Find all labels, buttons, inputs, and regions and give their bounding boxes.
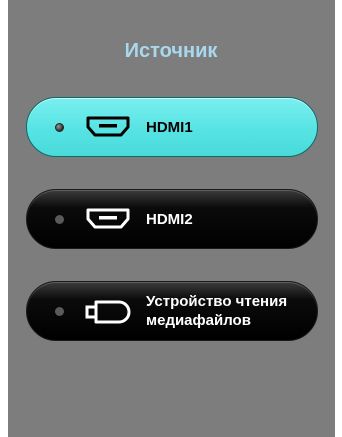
hdmi-port-icon <box>85 116 131 143</box>
source-item-hdmi2[interactable]: HDMI2 <box>26 189 318 249</box>
selection-indicator-icon <box>55 307 64 316</box>
menu-title: Источник <box>124 40 218 62</box>
usb-port-icon <box>85 299 133 330</box>
hdmi-port-icon <box>85 208 131 235</box>
selection-indicator-icon <box>55 215 64 224</box>
source-label-hdmi1: HDMI1 <box>146 119 193 136</box>
source-item-media-reader[interactable]: Устройство чтения медиафайлов <box>26 281 318 341</box>
source-label-line2: медиафайлов <box>146 312 251 329</box>
selection-indicator-icon <box>55 123 64 132</box>
source-label-media-reader: Устройство чтения медиафайлов <box>146 292 287 330</box>
source-label-hdmi2: HDMI2 <box>146 211 193 228</box>
source-item-hdmi1[interactable]: HDMI1 <box>26 97 318 157</box>
source-label-line1: Устройство чтения <box>146 293 288 310</box>
